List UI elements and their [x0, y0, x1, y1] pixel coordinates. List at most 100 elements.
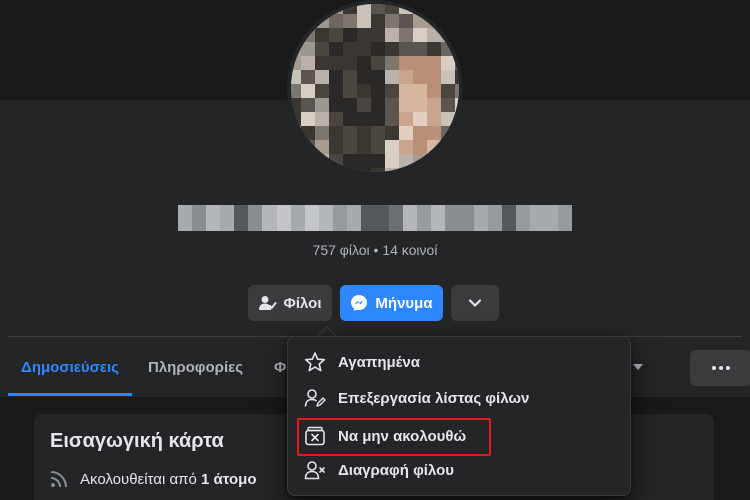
avatar-mosaic-tile: [301, 14, 315, 28]
avatar-mosaic-tile: [441, 112, 455, 126]
menu-item-label: Διαγραφή φίλου: [338, 461, 455, 479]
unfollow-highlight-box: [297, 418, 491, 456]
avatar-mosaic-tile: [357, 154, 371, 168]
avatar-mosaic-tile: [301, 140, 315, 154]
avatar-mosaic-tile: [441, 56, 455, 70]
avatar-mosaic-tile: [357, 112, 371, 126]
avatar-mosaic-tile: [413, 70, 427, 84]
avatar-mosaic-tile: [399, 154, 413, 168]
avatar-mosaic-tile: [357, 70, 371, 84]
avatar-mosaic-tile: [329, 84, 343, 98]
avatar-mosaic-tile: [315, 126, 329, 140]
name-mosaic-tile: [248, 205, 263, 231]
avatar-mosaic-tile: [385, 154, 399, 168]
avatar-mosaic-tile: [291, 84, 301, 98]
avatar-mosaic-tile: [315, 112, 329, 126]
chevron-down-icon: [468, 298, 482, 308]
avatar-mosaic-tile: [441, 42, 455, 56]
name-mosaic-tile: [206, 205, 221, 231]
dot-icon: [726, 366, 730, 370]
avatar-mosaic-tile: [385, 28, 399, 42]
name-mosaic-tile: [544, 205, 559, 231]
friends-count[interactable]: 757 φίλοι • 14 κοινοί: [0, 242, 750, 258]
avatar-mosaic-tile: [427, 56, 441, 70]
avatar-mosaic-tile: [371, 14, 385, 28]
friends-button[interactable]: Φίλοι: [248, 285, 332, 321]
avatar-mosaic-tile: [371, 98, 385, 112]
avatar-mosaic-tile: [329, 70, 343, 84]
avatar-mosaic-tile: [371, 140, 385, 154]
name-mosaic-tile: [276, 205, 291, 231]
avatar-mosaic-tile: [343, 70, 357, 84]
avatar-mosaic-tile: [413, 84, 427, 98]
avatar-mosaic-tile: [413, 42, 427, 56]
avatar-mosaic-tile: [441, 14, 455, 28]
avatar-mosaic-tile: [357, 56, 371, 70]
avatar-mosaic-tile: [329, 112, 343, 126]
menu-item-unfriend[interactable]: Διαγραφή φίλου: [296, 453, 622, 487]
messenger-icon: [350, 294, 368, 312]
name-mosaic-tile: [178, 205, 193, 231]
menu-item-favorites[interactable]: Αγαπημένα: [296, 345, 622, 379]
avatar-mosaic-tile: [399, 56, 413, 70]
avatar-mosaic-tile: [315, 98, 329, 112]
avatar-mosaic-tile: [385, 4, 399, 14]
avatar-mosaic-tile: [315, 70, 329, 84]
remove-friend-icon: [304, 459, 326, 481]
avatar-mosaic-tile: [441, 28, 455, 42]
avatar-mosaic-tile: [315, 42, 329, 56]
avatar-mosaic-tile: [385, 126, 399, 140]
avatar-mosaic-tile: [399, 42, 413, 56]
tab-posts[interactable]: Δημοσιεύσεις: [8, 338, 132, 396]
avatar-mosaic-tile: [343, 14, 357, 28]
avatar-mosaic-tile: [441, 126, 455, 140]
tabs-more-button[interactable]: [690, 350, 750, 386]
avatar-mosaic-tile: [329, 140, 343, 154]
avatar-mosaic-tile: [343, 112, 357, 126]
name-mosaic-tile: [192, 205, 207, 231]
avatar-mosaic-tile: [399, 28, 413, 42]
friend-check-icon: [258, 295, 277, 311]
avatar-mosaic-tile: [301, 56, 315, 70]
name-mosaic-tile: [361, 205, 376, 231]
name-mosaic-tile: [389, 205, 404, 231]
avatar-mosaic-tile: [301, 70, 315, 84]
avatar-mosaic-tile: [427, 28, 441, 42]
profile-avatar[interactable]: [287, 0, 463, 176]
avatar-mosaic-tile: [441, 98, 455, 112]
avatar-mosaic-tile: [413, 154, 427, 168]
avatar-mosaic-tile: [413, 140, 427, 154]
avatar-mosaic-tile: [301, 112, 315, 126]
avatar-mosaic-tile: [329, 126, 343, 140]
avatar-mosaic-tile: [441, 84, 455, 98]
avatar-mosaic-tile: [301, 98, 315, 112]
avatar-mosaic-tile: [315, 14, 329, 28]
followed-by-count[interactable]: 1 άτομο: [201, 471, 257, 488]
name-mosaic-tile: [220, 205, 235, 231]
avatar-mosaic-tile: [385, 84, 399, 98]
avatar-mosaic-tile: [291, 70, 301, 84]
message-button[interactable]: Μήνυμα: [340, 285, 443, 321]
avatar-mosaic-tile: [427, 98, 441, 112]
name-mosaic-tile: [304, 205, 319, 231]
avatar-mosaic-tile: [399, 126, 413, 140]
avatar-mosaic-tile: [301, 154, 315, 168]
avatar-mosaic-tile: [385, 112, 399, 126]
tab-about[interactable]: Πληροφορίες: [148, 338, 243, 396]
avatar-mosaic-tile: [413, 98, 427, 112]
avatar-mosaic-tile: [357, 84, 371, 98]
avatar-mosaic-tile: [413, 28, 427, 42]
avatar-mosaic-tile: [357, 140, 371, 154]
avatar-mosaic-tile: [371, 4, 385, 14]
name-mosaic-tile: [487, 205, 502, 231]
avatar-mosaic-tile: [371, 70, 385, 84]
avatar-mosaic-tile: [343, 42, 357, 56]
tab-friends[interactable]: Φ: [274, 338, 286, 396]
more-options-button[interactable]: [451, 285, 499, 321]
avatar-mosaic-tile: [441, 140, 455, 154]
avatar-mosaic-tile: [329, 14, 343, 28]
avatar-mosaic-tile: [343, 84, 357, 98]
message-button-label: Μήνυμα: [375, 294, 433, 312]
menu-item-edit-friend-list[interactable]: Επεξεργασία λίστας φίλων: [296, 381, 622, 415]
avatar-mosaic-tile: [301, 84, 315, 98]
